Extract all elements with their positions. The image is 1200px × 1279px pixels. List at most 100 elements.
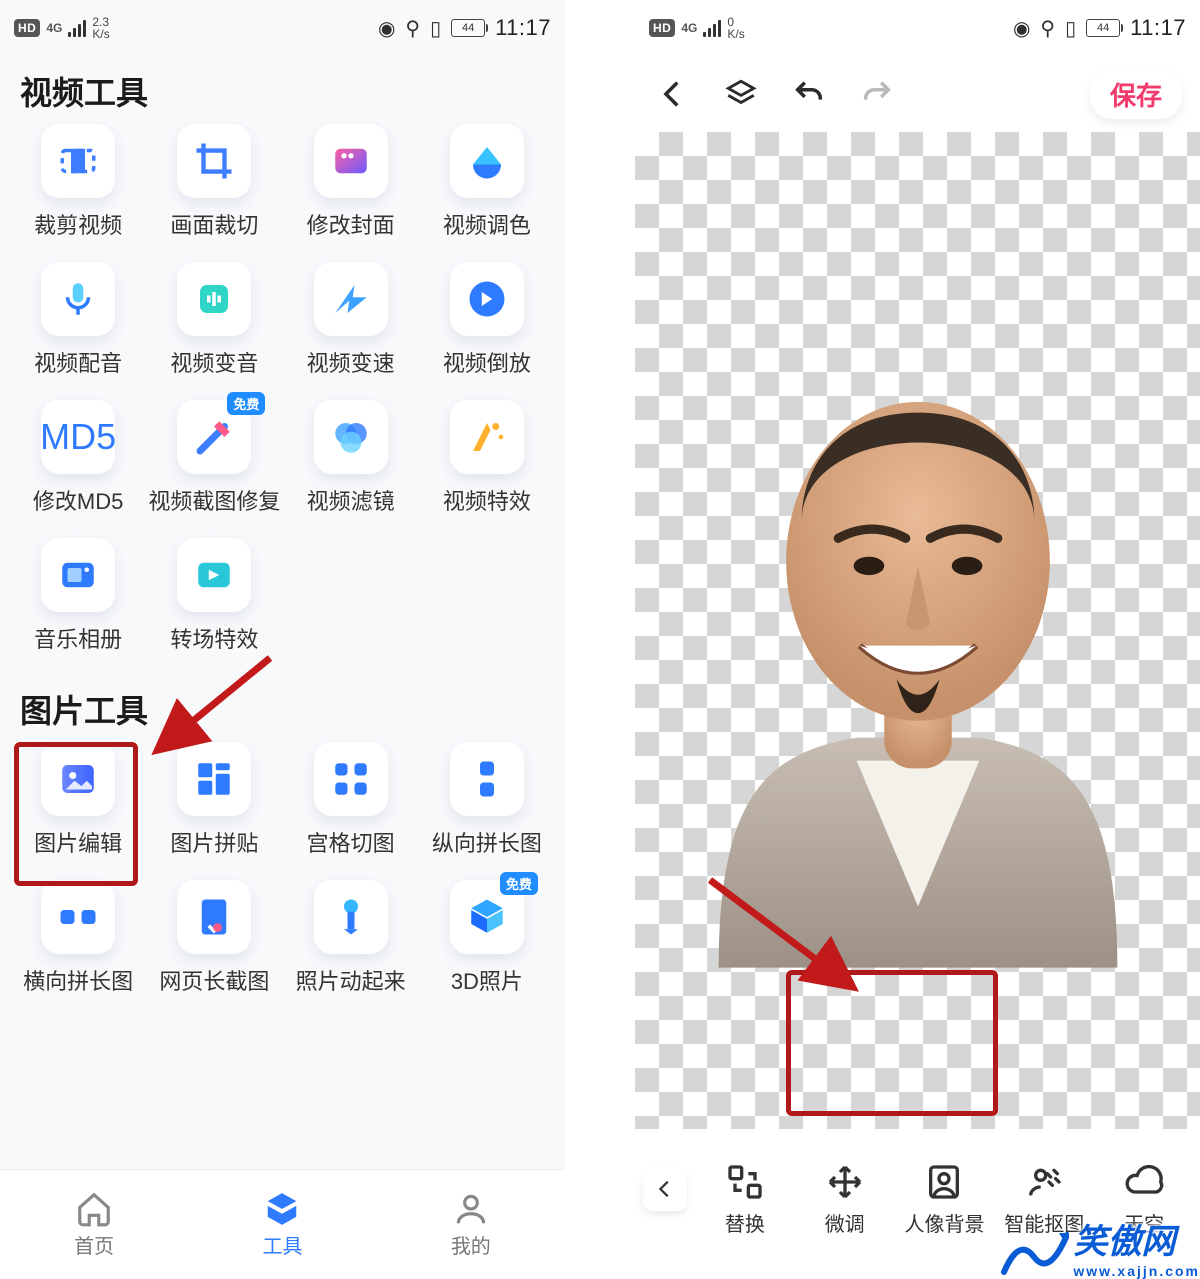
tool-label: 图片编辑 <box>34 826 122 858</box>
tool-sky[interactable]: 天空 <box>1096 1162 1192 1237</box>
layers-button[interactable] <box>721 74 761 114</box>
tool-vfx[interactable]: 视频特效 <box>419 400 555 516</box>
save-button[interactable]: 保存 <box>1090 70 1182 119</box>
speed-icon <box>314 262 388 336</box>
tool-label: 视频截图修复 <box>148 484 280 516</box>
tool-label: 修改封面 <box>307 208 395 240</box>
tool-smart-cutout[interactable]: 智能抠图 <box>996 1162 1092 1237</box>
tool-speed[interactable]: 视频变速 <box>283 262 419 378</box>
bottombar-back-button[interactable] <box>643 1167 687 1211</box>
tool-label: 视频调色 <box>443 208 531 240</box>
reverse-icon <box>450 262 524 336</box>
tool-label: 视频特效 <box>443 484 531 516</box>
shot-repair-icon: 免费 <box>177 400 251 474</box>
tool-frame-crop[interactable]: 画面裁切 <box>146 124 282 240</box>
portrait-icon <box>924 1162 964 1202</box>
frame-crop-icon <box>177 124 251 198</box>
tool-label: 画面裁切 <box>170 208 258 240</box>
grid-cut-icon <box>314 742 388 816</box>
section-title-image: 图片工具 <box>0 674 565 736</box>
battery-icon: 44 <box>451 19 485 37</box>
tool-label: 修改MD5 <box>33 484 123 516</box>
edit-cover-icon <box>314 124 388 198</box>
tool-edit-cover[interactable]: 修改封面 <box>283 124 419 240</box>
tool-label: 图片拼贴 <box>170 826 258 858</box>
speed-display: 0 K/s <box>727 16 744 40</box>
tool-replace[interactable]: 替换 <box>697 1162 793 1237</box>
move-icon <box>825 1162 865 1202</box>
nav-home-label: 首页 <box>74 1230 114 1259</box>
tool-label: 照片动起来 <box>296 964 406 996</box>
editor-canvas[interactable] <box>635 132 1200 1129</box>
tool-voice-change[interactable]: 视频变音 <box>146 262 282 378</box>
hd-badge: HD <box>14 19 40 37</box>
tool-shot-repair[interactable]: 免费视频截图修复 <box>146 400 282 516</box>
voice-change-icon <box>177 262 251 336</box>
person-icon <box>452 1190 490 1228</box>
image-tools-grid: 图片编辑 图片拼贴宫格切图纵向拼长图横向拼长图网页长截图照片动起来免费3D照片 <box>0 736 565 1006</box>
nav-home[interactable]: 首页 <box>0 1170 188 1279</box>
bluetooth-icon: ⚲ <box>405 16 420 41</box>
status-right: ◉ ⚲ ▯ 44 11:17 <box>378 15 551 41</box>
hd-badge: HD <box>649 19 675 37</box>
back-button[interactable] <box>653 74 693 114</box>
3d-photo-icon: 免费 <box>450 880 524 954</box>
tool-portrait-bg-label: 人像背景 <box>904 1208 984 1237</box>
tool-video-color[interactable]: 视频调色 <box>419 124 555 240</box>
eye-icon: ◉ <box>378 16 395 41</box>
tool-label: 音乐相册 <box>34 622 122 654</box>
replace-icon <box>725 1162 765 1202</box>
redo-icon <box>860 77 894 111</box>
transition-icon <box>177 538 251 612</box>
tool-label: 网页长截图 <box>159 964 269 996</box>
redo-button[interactable] <box>857 74 897 114</box>
tool-label: 纵向拼长图 <box>432 826 542 858</box>
tool-grid-cut[interactable]: 宫格切图 <box>283 742 419 858</box>
tool-live-photo[interactable]: 照片动起来 <box>283 880 419 996</box>
crop-video-icon <box>41 124 115 198</box>
tool-portrait-bg[interactable]: 人像背景 <box>897 1162 993 1237</box>
tool-3d-photo[interactable]: 免费3D照片 <box>419 880 555 996</box>
portrait-cutout <box>688 293 1148 968</box>
vibrate-icon: ▯ <box>1065 16 1076 41</box>
screen-tools: HD 4G 2.3 K/s ◉ ⚲ ▯ 44 11:17 视频工具 裁剪视频画面… <box>0 0 565 1279</box>
signal-icon <box>703 19 721 37</box>
nav-mine[interactable]: 我的 <box>377 1170 565 1279</box>
tool-web-long[interactable]: 网页长截图 <box>146 880 282 996</box>
net-type: 4G <box>46 21 62 35</box>
status-bar: HD 4G 0 K/s ◉ ⚲ ▯ 44 11:17 <box>635 0 1200 56</box>
tool-replace-label: 替换 <box>725 1208 765 1237</box>
cloud-icon <box>1124 1162 1164 1202</box>
tool-h-long[interactable]: 横向拼长图 <box>10 880 146 996</box>
tool-album[interactable]: 音乐相册 <box>10 538 146 654</box>
signal-icon <box>68 19 86 37</box>
chevron-left-icon <box>654 1178 676 1200</box>
tool-video-dub[interactable]: 视频配音 <box>10 262 146 378</box>
nav-mine-label: 我的 <box>451 1230 491 1259</box>
video-dub-icon <box>41 262 115 336</box>
undo-button[interactable] <box>789 74 829 114</box>
nav-tools[interactable]: 工具 <box>188 1170 376 1279</box>
tool-finetune[interactable]: 微调 <box>797 1162 893 1237</box>
tool-md5[interactable]: MD5修改MD5 <box>10 400 146 516</box>
tool-collage[interactable]: 图片拼贴 <box>146 742 282 858</box>
tool-img-edit[interactable]: 图片编辑 <box>10 742 146 858</box>
tool-filter[interactable]: 视频滤镜 <box>283 400 419 516</box>
tool-smart-cutout-label: 智能抠图 <box>1004 1208 1084 1237</box>
tool-transition[interactable]: 转场特效 <box>146 538 282 654</box>
video-color-icon <box>450 124 524 198</box>
collage-icon <box>177 742 251 816</box>
tool-v-long[interactable]: 纵向拼长图 <box>419 742 555 858</box>
img-edit-icon <box>41 742 115 816</box>
tool-crop-video[interactable]: 裁剪视频 <box>10 124 146 240</box>
status-bar: HD 4G 2.3 K/s ◉ ⚲ ▯ 44 11:17 <box>0 0 565 56</box>
tool-label: 视频滤镜 <box>307 484 395 516</box>
tool-reverse[interactable]: 视频倒放 <box>419 262 555 378</box>
tool-label: 视频变速 <box>307 346 395 378</box>
undo-icon <box>792 77 826 111</box>
nav-tools-label: 工具 <box>262 1230 302 1259</box>
eye-icon: ◉ <box>1013 16 1030 41</box>
cube-icon <box>263 1190 301 1228</box>
status-left: HD 4G 0 K/s <box>649 16 745 40</box>
editor-bottombar: 替换 微调 人像背景 智能抠图 天空 <box>635 1129 1200 1279</box>
